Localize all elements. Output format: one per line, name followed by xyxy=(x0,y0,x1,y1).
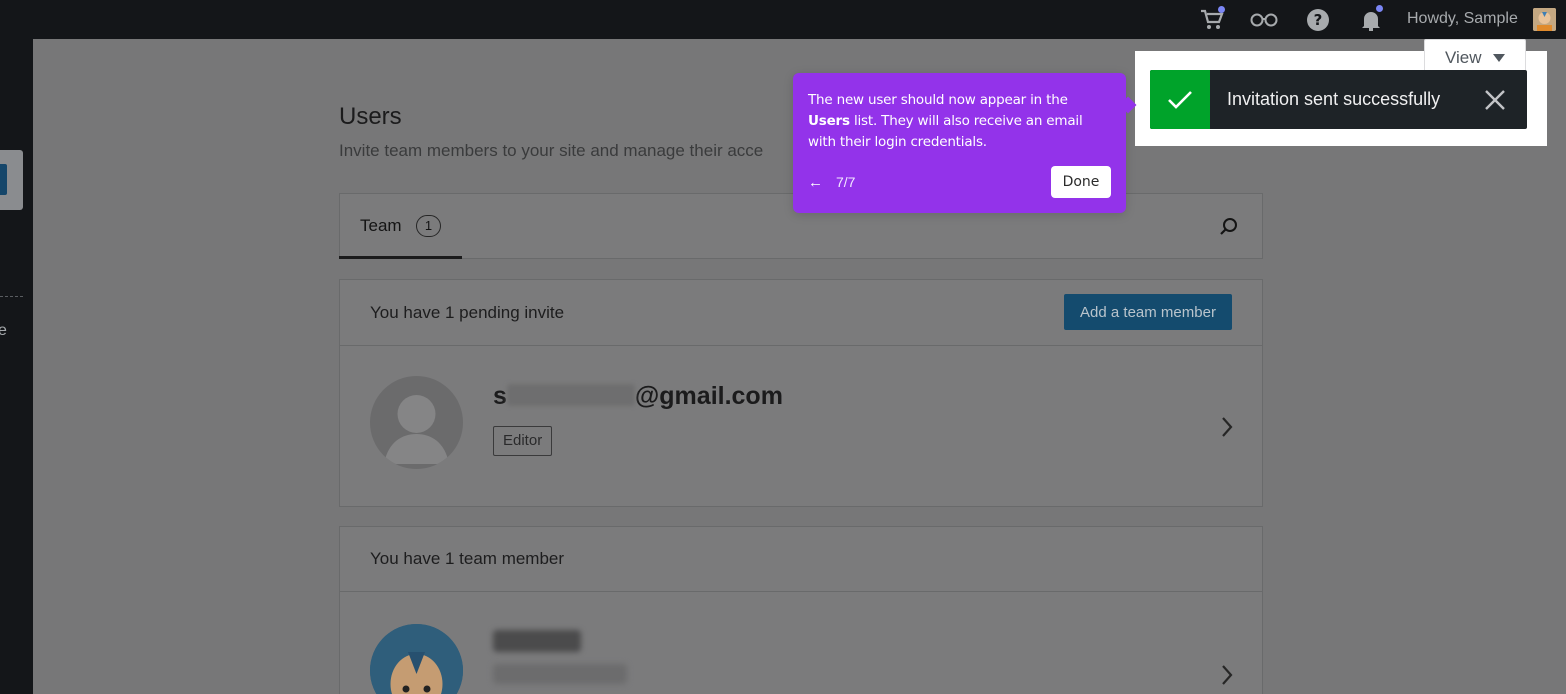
howdy-greeting[interactable]: Howdy, Sample xyxy=(1407,10,1518,28)
check-icon xyxy=(1150,70,1210,129)
snackbar-notice: Invitation sent successfully xyxy=(1150,70,1527,129)
notification-dot xyxy=(1376,5,1383,12)
search-icon[interactable] xyxy=(1218,216,1240,238)
guide-text-bold: Users xyxy=(808,113,850,129)
pending-invites-heading: You have 1 pending invite xyxy=(370,303,565,322)
view-label: View xyxy=(1445,47,1482,67)
admin-bar: ? Howdy, Sample xyxy=(0,0,1566,39)
chevron-right-icon[interactable] xyxy=(1220,416,1234,438)
member-avatar xyxy=(370,624,463,694)
guide-text-part: The new user should now appear in the xyxy=(808,92,1068,108)
default-avatar xyxy=(370,376,463,469)
user-avatar-small[interactable] xyxy=(1533,8,1556,31)
tooltip-arrow xyxy=(1119,96,1137,114)
tab-active-indicator xyxy=(339,256,462,259)
back-arrow-icon[interactable]: ← xyxy=(808,174,823,191)
email-redacted xyxy=(506,384,635,406)
member-email-redacted xyxy=(493,664,627,684)
highlight-spotlight: View Invitation sent successfully xyxy=(1135,39,1547,146)
glasses-icon[interactable] xyxy=(1249,7,1279,33)
pending-invite-row[interactable]: s @gmail.com Editor xyxy=(339,345,1263,507)
sidebar-divider xyxy=(0,296,23,297)
caret-down-icon xyxy=(1493,54,1505,62)
sidebar-current-item[interactable] xyxy=(0,150,23,210)
sidebar-current-marker xyxy=(0,164,7,195)
role-badge: Editor xyxy=(493,426,553,456)
add-team-member-button[interactable]: Add a team member xyxy=(1064,294,1232,330)
page-subtitle: Invite team members to your site and man… xyxy=(339,141,764,160)
team-members-header: You have 1 team member xyxy=(339,526,1263,592)
guide-text-part: list. They will also receive an email wi… xyxy=(808,113,1083,150)
member-name-redacted xyxy=(493,630,581,652)
email-domain: @gmail.com xyxy=(634,382,783,410)
notification-dot xyxy=(1218,6,1225,13)
close-icon[interactable] xyxy=(1482,87,1508,113)
tab-team-count: 1 xyxy=(416,215,441,237)
page-title: Users xyxy=(339,103,402,130)
admin-sidebar: e xyxy=(0,39,33,694)
chevron-right-icon[interactable] xyxy=(1220,664,1234,686)
help-icon[interactable]: ? xyxy=(1305,7,1331,33)
cart-icon[interactable] xyxy=(1199,6,1225,33)
svg-text:?: ? xyxy=(1314,11,1323,29)
pending-invites-header: You have 1 pending invite Add a team mem… xyxy=(339,279,1263,346)
bell-icon[interactable] xyxy=(1358,5,1384,33)
sidebar-item-label[interactable]: e xyxy=(0,322,7,340)
guide-text: The new user should now appear in the Us… xyxy=(808,90,1108,153)
tab-team[interactable]: Team xyxy=(360,216,402,236)
guide-tooltip: The new user should now appear in the Us… xyxy=(793,73,1137,213)
team-members-heading: You have 1 team member xyxy=(370,549,565,568)
invite-email: s @gmail.com xyxy=(493,382,783,411)
guide-step-counter: 7/7 xyxy=(836,174,856,190)
done-button[interactable]: Done xyxy=(1051,166,1111,198)
email-prefix: s xyxy=(493,382,507,410)
team-member-row[interactable] xyxy=(339,591,1263,694)
snackbar-message: Invitation sent successfully xyxy=(1227,89,1441,109)
